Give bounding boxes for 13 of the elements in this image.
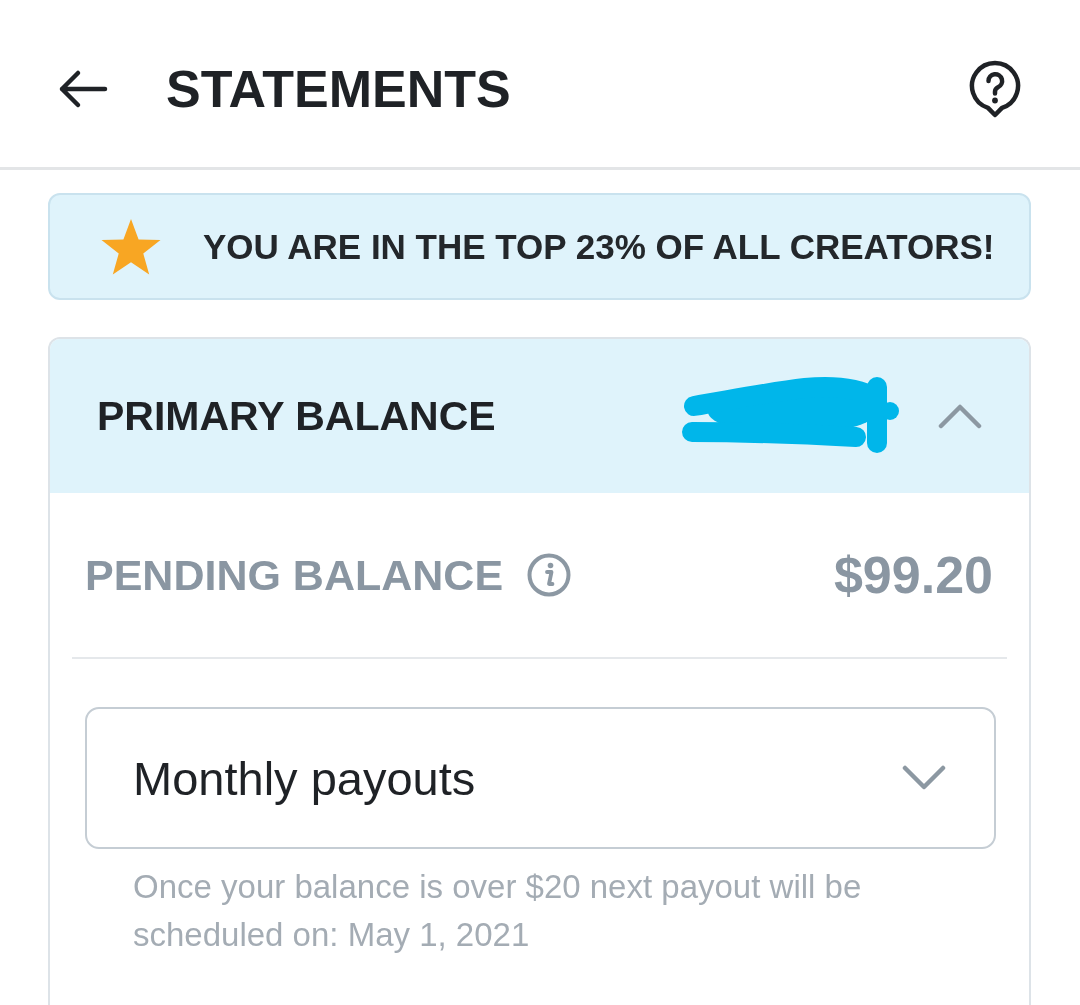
balance-card-header[interactable]: PRIMARY BALANCE [50,339,1029,493]
chevron-down-icon [902,765,946,791]
info-icon [527,553,572,597]
section-title: PRIMARY BALANCE [97,392,496,440]
page-title: STATEMENTS [166,58,511,119]
help-button[interactable] [968,59,1022,118]
pending-balance-label: PENDING BALANCE [85,550,504,600]
payout-select[interactable]: Monthly payouts [85,707,996,849]
star-icon [100,217,162,276]
banner-text: YOU ARE IN THE TOP 23% OF ALL CREATORS! [203,226,995,267]
back-button[interactable] [58,68,108,109]
payout-note: Once your balance is over $20 next payout will be scheduled on: May 1, 2021 [133,867,863,955]
pending-balance-amount: $99.20 [833,545,993,605]
